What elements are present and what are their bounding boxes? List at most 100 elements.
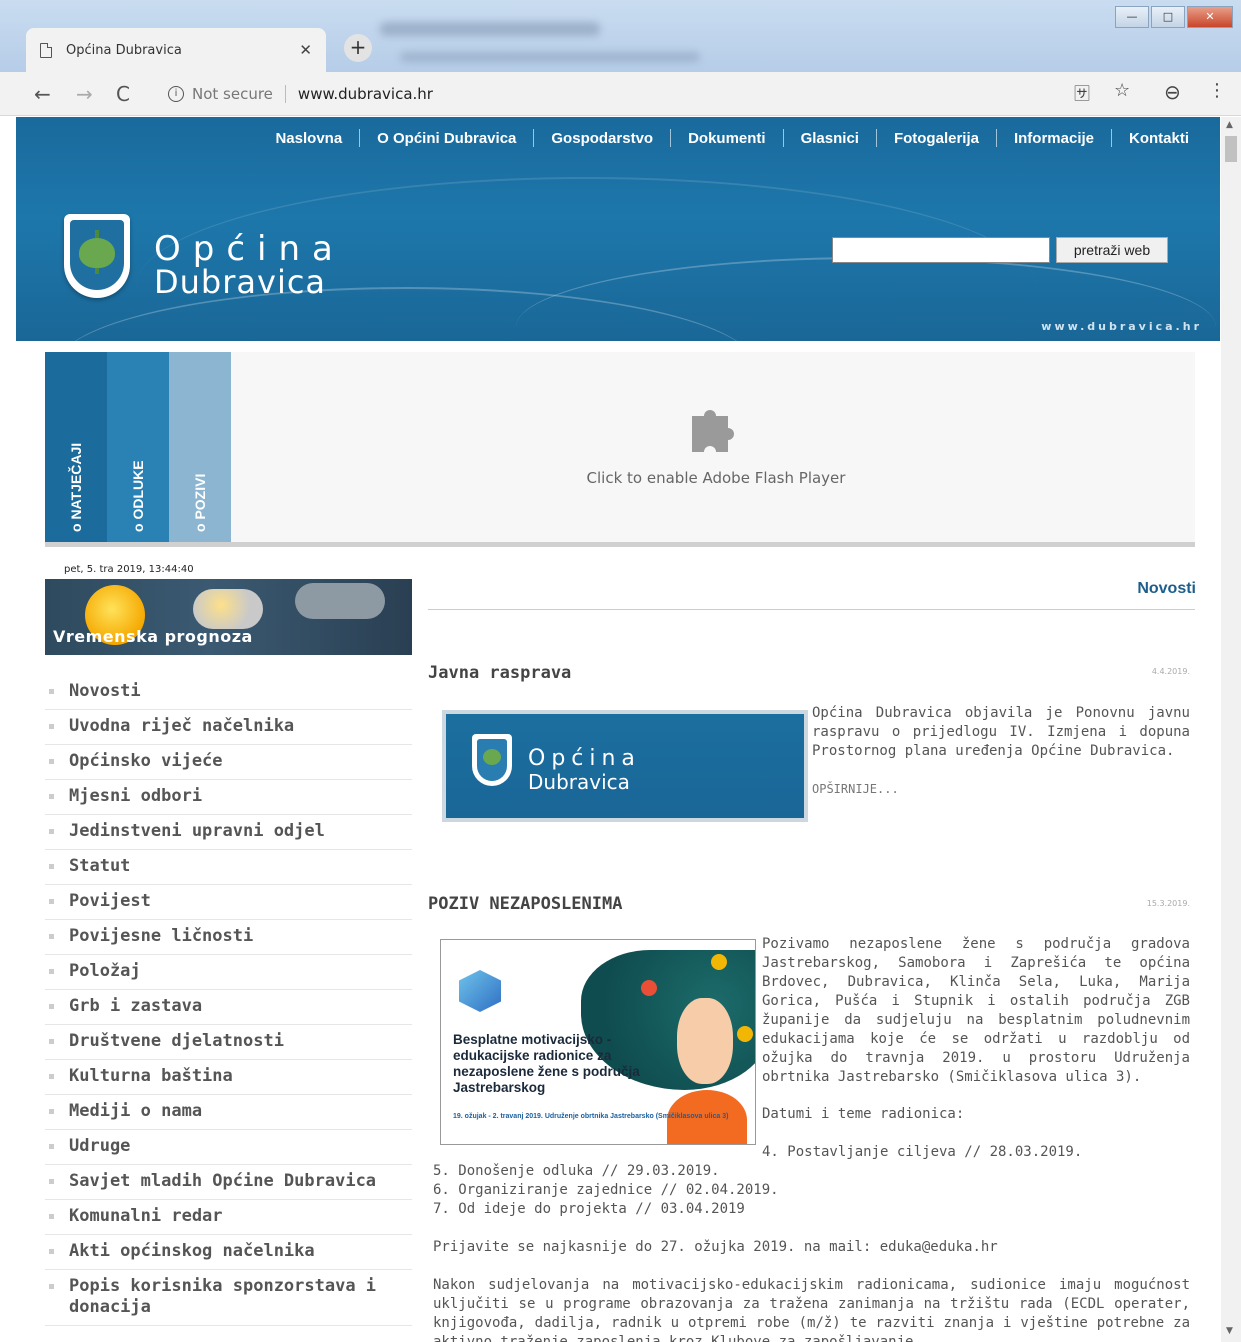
browser-tab[interactable]: Općina Dubravica ✕ [26,28,326,72]
thumbnail-line2: Dubravica [528,770,630,794]
workshop-item: 7. Od ideje do projekta // 03.04.2019 [433,1201,745,1217]
tab-label: o POZIVI [192,473,208,532]
poster-illustration [677,998,733,1084]
close-tab-icon[interactable]: ✕ [299,41,312,59]
page-scrollbar[interactable] [1221,117,1241,1342]
background-window-blur [380,22,600,36]
sidebar-item-uvodna-rijec[interactable]: Uvodna riječ načelnika [45,710,412,745]
reload-icon[interactable]: C [116,82,130,106]
sidebar-item-akti-nacelnika[interactable]: Akti općinskog načelnika [45,1235,412,1270]
tab-odluke[interactable]: o ODLUKE [107,352,169,542]
browser-titlebar: Općina Dubravica ✕ + — □ ✕ [0,0,1241,72]
section-divider [428,609,1195,610]
address-bar[interactable]: i Not secure www.dubravica.hr [156,79,1056,109]
weather-forecast-banner[interactable]: Vremenska prognoza [45,579,412,655]
sidebar-item-opcinsko-vijece[interactable]: Općinsko vijeće [45,745,412,780]
read-more-link[interactable]: OPŠIRNIJE... [812,782,899,796]
article-date: 15.3.2019. [1146,899,1190,908]
workshop-item: 4. Postavljanje ciljeva // 28.03.2019. [762,1144,1083,1160]
nav-kontakti[interactable]: Kontakti [1112,130,1206,147]
sidebar-item-udruge[interactable]: Udruge [45,1130,412,1165]
sidebar-item-komunalni-redar[interactable]: Komunalni redar [45,1200,412,1235]
banner-tabs: o NATJEČAJI o ODLUKE o POZIVI [45,352,231,542]
nav-glasnici[interactable]: Glasnici [784,130,876,147]
article-thumbnail[interactable]: Općina Dubravica [442,710,808,822]
poster-subtitle: 19. ožujak - 2. travanj 2019. Udruženje … [453,1113,729,1120]
coat-of-arms-icon[interactable] [64,214,130,298]
tab-pozivi[interactable]: o POZIVI [169,352,231,542]
search-input[interactable] [832,237,1050,263]
article-poster[interactable]: Besplatne motivacijsko -edukacijske radi… [440,939,756,1145]
scrollbar-thumb[interactable] [1225,136,1237,162]
back-arrow-icon[interactable]: ← [34,82,51,106]
article-summary: Općina Dubravica objavila je Ponovnu jav… [812,705,1190,759]
url-separator [284,85,286,103]
sidebar-item-mjesni-odbori[interactable]: Mjesni odbori [45,780,412,815]
rain-cloud-icon [295,583,385,619]
flash-placeholder[interactable]: Click to enable Adobe Flash Player [231,352,1195,542]
sidebar-item-mediji[interactable]: Mediji o nama [45,1095,412,1130]
logo-icon [459,970,501,1012]
tab-label: o NATJEČAJI [68,442,84,532]
sidebar-item-savjet-mladih[interactable]: Savjet mladih Općine Dubravica [45,1165,412,1200]
background-window-blur [400,52,700,62]
nav-fotogalerija[interactable]: Fotogalerija [877,130,996,147]
info-icon[interactable]: i [168,86,184,102]
account-icon[interactable]: ⊖ [1164,80,1181,104]
article-title[interactable]: Javna rasprava [428,663,571,683]
weather-title: Vremenska prognoza [53,627,253,646]
nav-dokumenti[interactable]: Dokumenti [671,130,783,147]
sidebar-menu: Novosti Uvodna riječ načelnika Općinsko … [45,675,412,1326]
menu-icon[interactable]: ⋮ [1208,80,1226,101]
window-controls: — □ ✕ [1115,6,1233,28]
sidebar-item-statut[interactable]: Statut [45,850,412,885]
sidebar-item-povijesne-licnosti[interactable]: Povijesne ličnosti [45,920,412,955]
nav-informacije[interactable]: Informacije [997,130,1111,147]
tab-title: Općina Dubravica [66,42,182,58]
flower-icon [737,1026,753,1042]
article-closing: Nakon sudjelovanja na motivacijsko-eduka… [433,1277,1190,1342]
url-text[interactable]: www.dubravica.hr [298,85,433,103]
flash-bottom-bar [45,542,1195,547]
site-header: Naslovna O Općini Dubravica Gospodarstvo… [16,117,1220,341]
flash-message: Click to enable Adobe Flash Player [586,469,846,487]
new-tab-button[interactable]: + [344,34,372,62]
translate-icon[interactable]: 🈂 [1074,80,1090,104]
main-nav: Naslovna O Općini Dubravica Gospodarstvo… [258,129,1206,147]
flower-icon [641,980,657,996]
sidebar-item-novosti[interactable]: Novosti [45,675,412,710]
scroll-down-icon[interactable]: ▼ [1226,1326,1233,1336]
website-label: www.dubravica.hr [1041,320,1202,333]
thumbnail-line1: Općina [528,746,641,771]
puzzle-plugin-icon [692,410,734,452]
apply-note: Prijavite se najkasnije do 27. ožujka 20… [433,1239,998,1255]
forward-arrow-icon[interactable]: → [76,82,93,106]
sidebar-item-upravni-odjel[interactable]: Jedinstveni upravni odjel [45,815,412,850]
sidebar-item-povijest[interactable]: Povijest [45,885,412,920]
sidebar-item-drustvene-djelatnosti[interactable]: Društvene djelatnosti [45,1025,412,1060]
nav-o-opcini[interactable]: O Općini Dubravica [360,130,533,147]
maximize-button[interactable]: □ [1151,6,1185,28]
nav-naslovna[interactable]: Naslovna [258,130,359,147]
current-datetime: pet, 5. tra 2019, 13:44:40 [64,564,194,575]
page-icon [40,42,52,58]
flower-icon [711,954,727,970]
coat-of-arms-icon [472,734,512,786]
scroll-up-icon[interactable]: ▲ [1226,120,1233,130]
article-title[interactable]: POZIV NEZAPOSLENIMA [428,894,622,914]
partly-cloudy-icon [193,589,263,629]
close-window-button[interactable]: ✕ [1187,6,1233,28]
sidebar-item-popis-korisnika[interactable]: Popis korisnika sponzorstava i donacija [45,1270,412,1326]
nav-gospodarstvo[interactable]: Gospodarstvo [534,130,670,147]
bookmark-star-icon[interactable]: ☆ [1114,80,1130,101]
workshop-item: 5. Donošenje odluka // 29.03.2019. [433,1163,720,1179]
workshop-item: 6. Organiziranje zajednice // 02.04.2019… [433,1182,779,1198]
minimize-button[interactable]: — [1115,6,1149,28]
section-title: Novosti [1137,580,1196,597]
web-page: Naslovna O Općini Dubravica Gospodarstvo… [16,117,1220,1342]
sidebar-item-grb-i-zastava[interactable]: Grb i zastava [45,990,412,1025]
sidebar-item-polozaj[interactable]: Položaj [45,955,412,990]
search-button[interactable]: pretraži web [1056,237,1168,263]
tab-natjecaji[interactable]: o NATJEČAJI [45,352,107,542]
sidebar-item-kulturna-bastina[interactable]: Kulturna baština [45,1060,412,1095]
